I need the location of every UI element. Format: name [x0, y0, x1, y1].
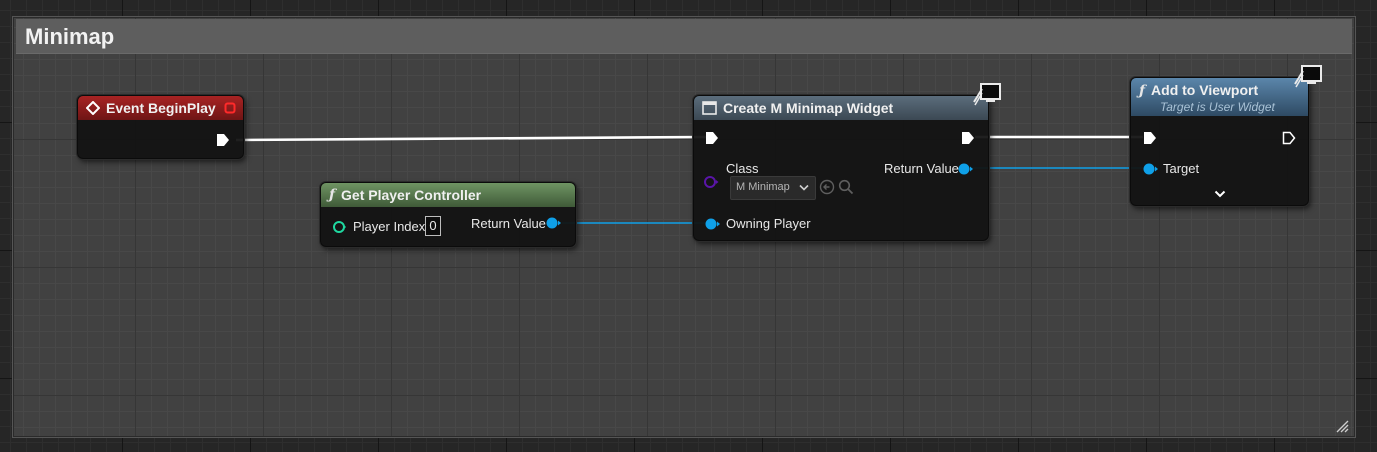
node-title: Add to Viewport: [1151, 82, 1259, 98]
node-create-widget[interactable]: Create M Minimap Widget Class M Minimap …: [693, 95, 989, 241]
exec-in-pin[interactable]: [705, 131, 719, 145]
chevron-down-icon: [799, 184, 809, 191]
node-subtitle: Target is User Widget: [1160, 100, 1275, 114]
player-index-input[interactable]: 0: [425, 216, 441, 236]
node-add-to-viewport[interactable]: ƒ Add to Viewport Target is User Widget …: [1130, 77, 1309, 206]
owning-player-label: Owning Player: [726, 216, 811, 231]
target-pin[interactable]: [1143, 162, 1159, 176]
event-diamond-icon: [86, 101, 100, 115]
browse-search-icon[interactable]: [838, 179, 854, 195]
exec-out-pin[interactable]: [961, 131, 975, 145]
function-icon: ƒ: [329, 187, 336, 203]
node-header: ƒ Add to Viewport Target is User Widget: [1131, 78, 1308, 116]
exec-out-pin[interactable]: [216, 133, 230, 147]
return-value-label: Return Value: [884, 161, 959, 176]
player-index-pin[interactable]: [333, 220, 347, 234]
owning-player-pin[interactable]: [705, 217, 721, 231]
return-value-label: Return Value: [471, 216, 546, 231]
node-title: Get Player Controller: [341, 187, 482, 203]
return-value-pin[interactable]: [546, 216, 562, 230]
delegate-pin-icon[interactable]: [224, 102, 236, 114]
class-dropdown-value: M Minimap: [736, 181, 790, 193]
class-dropdown[interactable]: M Minimap: [730, 176, 816, 200]
function-icon: ƒ: [1139, 83, 1146, 99]
return-value-pin[interactable]: [958, 162, 974, 176]
node-event-begin-play[interactable]: Event BeginPlay: [77, 95, 244, 159]
node-get-player-controller[interactable]: ƒ Get Player Controller Player Index 0 R…: [320, 182, 576, 247]
use-selected-icon[interactable]: [819, 179, 835, 195]
node-header: ƒ Get Player Controller: [321, 183, 575, 207]
node-header: Create M Minimap Widget: [694, 96, 988, 120]
exec-out-pin[interactable]: [1282, 131, 1296, 145]
resize-grip-icon[interactable]: [1335, 419, 1349, 433]
target-label: Target: [1163, 161, 1200, 176]
class-label: Class: [726, 161, 759, 176]
node-header: Event BeginPlay: [78, 96, 243, 120]
node-title: Event BeginPlay: [106, 100, 216, 116]
expand-chevron-icon[interactable]: [1214, 190, 1226, 198]
exec-in-pin[interactable]: [1143, 131, 1157, 145]
node-title: Create M Minimap Widget: [723, 100, 894, 116]
comment-title: Minimap: [25, 24, 115, 49]
widget-icon: [702, 101, 717, 115]
player-index-label: Player Index: [353, 219, 426, 234]
client-server-icon: [1294, 65, 1322, 88]
client-server-icon: [973, 83, 1001, 106]
class-pin[interactable]: [704, 175, 720, 189]
comment-header[interactable]: Minimap: [16, 19, 1352, 54]
